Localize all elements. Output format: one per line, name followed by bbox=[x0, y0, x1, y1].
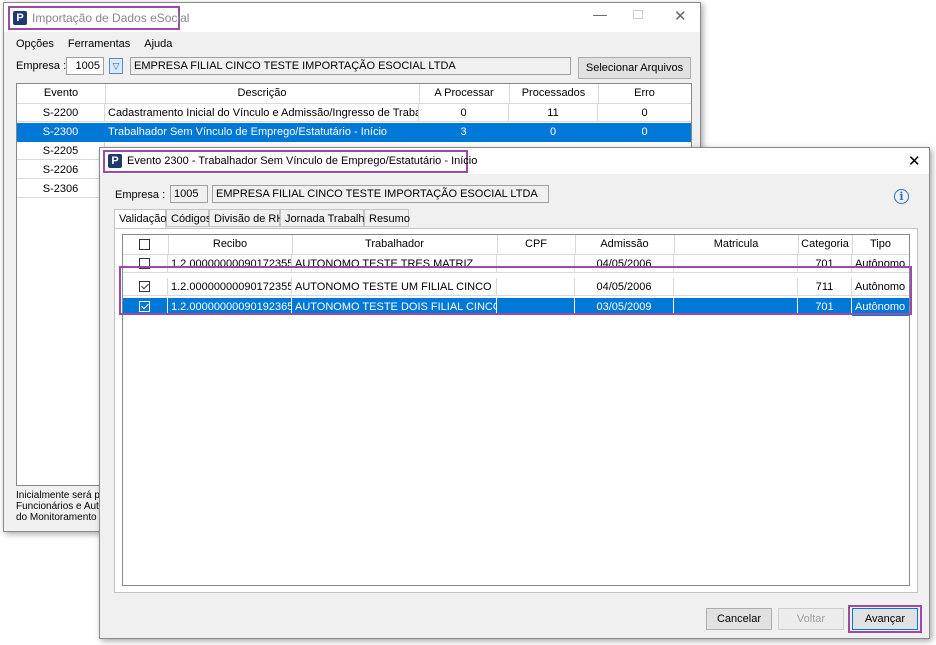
table-row[interactable]: S-2206 bbox=[17, 161, 105, 180]
empresa-name-field: EMPRESA FILIAL CINCO TESTE IMPORTAÇÃO ES… bbox=[130, 57, 571, 75]
close-icon[interactable]: ✕ bbox=[674, 7, 687, 25]
evento-cell: S-2206 bbox=[17, 161, 105, 179]
evento-cell: S-2205 bbox=[17, 142, 105, 160]
col-descricao[interactable]: Descrição bbox=[105, 84, 420, 104]
col-admissao[interactable]: Admissão bbox=[575, 235, 675, 255]
descricao-cell: Trabalhador Sem Vínculo de Emprego/Estat… bbox=[105, 123, 419, 141]
processados-cell: 11 bbox=[509, 104, 598, 122]
info-icon[interactable]: i bbox=[894, 189, 909, 204]
empresa-code-field[interactable]: 1005 bbox=[66, 57, 104, 75]
dialog-titlebar: P Evento 2300 - Trabalhador Sem Vínculo … bbox=[100, 148, 929, 174]
main-titlebar: P Importação de Dados eSocial — ✕ bbox=[4, 3, 700, 32]
col-recibo[interactable]: Recibo bbox=[168, 235, 293, 255]
col-a-processar[interactable]: A Processar bbox=[419, 84, 510, 104]
footer-line: Funcionários e Autô bbox=[16, 501, 105, 512]
select-all-checkbox[interactable] bbox=[139, 239, 150, 250]
table-row[interactable]: S-2205 bbox=[17, 142, 105, 161]
tab-divisao-rh[interactable]: Divisão de RH bbox=[209, 209, 284, 227]
dialog-tabs: Validação Códigos Divisão de RH Jornada … bbox=[114, 209, 814, 229]
erro-cell: 0 bbox=[641, 126, 648, 138]
select-files-button[interactable]: Selecionar Arquivos bbox=[578, 57, 691, 79]
tab-codigos[interactable]: Códigos bbox=[166, 209, 211, 227]
col-categoria[interactable]: Categoria bbox=[798, 235, 853, 255]
tab-validacao[interactable]: Validação bbox=[114, 209, 167, 229]
descricao-cell: Cadastramento Inicial do Vínculo e Admis… bbox=[105, 104, 419, 122]
back-button[interactable]: Voltar bbox=[778, 608, 844, 630]
tab-jornada-trabalho[interactable]: Jornada Trabalho bbox=[280, 209, 371, 227]
empresa-label: Empresa : bbox=[16, 60, 67, 72]
col-evento[interactable]: Evento bbox=[17, 84, 106, 104]
dialog-empresa-code-field: 1005 bbox=[170, 185, 208, 203]
col-trabalhador[interactable]: Trabalhador bbox=[292, 235, 498, 255]
erro-cell: 0 bbox=[598, 104, 691, 122]
dialog-empresa-name-field: EMPRESA FILIAL CINCO TESTE IMPORTAÇÃO ES… bbox=[212, 185, 549, 203]
close-icon[interactable]: ✕ bbox=[908, 152, 921, 170]
tab-resumo[interactable]: Resumo bbox=[364, 209, 410, 227]
footer-info-text: Inicialmente será po Funcionários e Autô… bbox=[16, 490, 106, 523]
table-row[interactable]: S-2200 Cadastramento Inicial do Vínculo … bbox=[17, 104, 691, 123]
dialog-title: Evento 2300 - Trabalhador Sem Vínculo de… bbox=[127, 155, 478, 167]
evento-cell: S-2300 bbox=[17, 123, 105, 141]
menu-opcoes[interactable]: Opções bbox=[16, 38, 54, 50]
menu-ajuda[interactable]: Ajuda bbox=[144, 38, 172, 50]
footer-line: Inicialmente será po bbox=[16, 490, 106, 501]
col-processados[interactable]: Processados bbox=[509, 84, 599, 104]
evento-cell: S-2200 bbox=[17, 104, 105, 122]
main-menubar: Opções Ferramentas Ajuda bbox=[16, 36, 186, 52]
a-processar-cell: 3 bbox=[419, 123, 509, 141]
processados-cell: 0 bbox=[509, 123, 598, 141]
table-row-selected[interactable]: S-2300 Trabalhador Sem Vínculo de Empreg… bbox=[17, 123, 691, 142]
filter-icon[interactable]: ▽ bbox=[109, 58, 123, 74]
app-logo-icon: P bbox=[108, 154, 122, 168]
a-processar-cell: 0 bbox=[419, 104, 509, 122]
checked-rows-highlight bbox=[119, 266, 912, 315]
col-tipo[interactable]: Tipo bbox=[852, 235, 909, 255]
next-button[interactable]: Avançar bbox=[852, 608, 918, 630]
footer-line: do Monitoramento d bbox=[16, 512, 105, 523]
maximize-icon[interactable] bbox=[633, 10, 643, 19]
col-matricula[interactable]: Matricula bbox=[674, 235, 799, 255]
col-erro[interactable]: Erro bbox=[598, 84, 691, 104]
tab-panel: Recibo Trabalhador CPF Admissão Matricul… bbox=[114, 228, 918, 593]
menu-ferramentas[interactable]: Ferramentas bbox=[68, 38, 130, 50]
event-dialog: P Evento 2300 - Trabalhador Sem Vínculo … bbox=[99, 147, 930, 639]
col-select-all[interactable] bbox=[123, 235, 169, 255]
cancel-button[interactable]: Cancelar bbox=[706, 608, 772, 630]
table-row[interactable]: S-2306 bbox=[17, 180, 105, 199]
dialog-empresa-label: Empresa : bbox=[115, 189, 166, 201]
evento-cell: S-2306 bbox=[17, 180, 105, 198]
minimize-icon[interactable]: — bbox=[593, 6, 607, 22]
app-logo-icon: P bbox=[13, 11, 27, 25]
col-cpf[interactable]: CPF bbox=[497, 235, 576, 255]
main-window-title: Importação de Dados eSocial bbox=[32, 11, 190, 25]
